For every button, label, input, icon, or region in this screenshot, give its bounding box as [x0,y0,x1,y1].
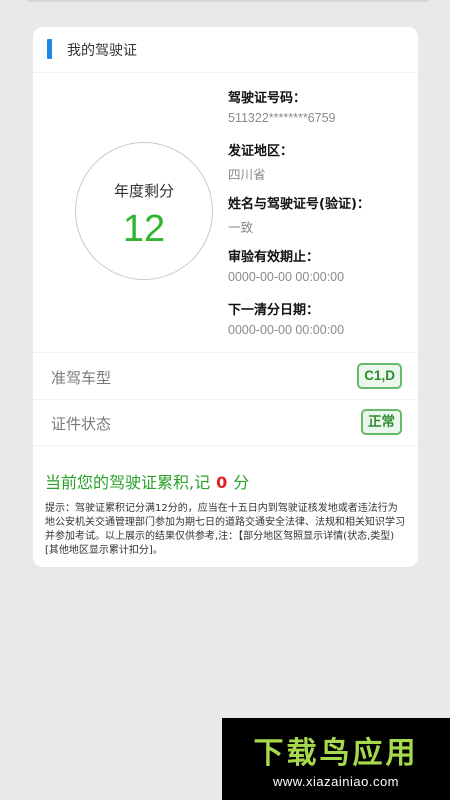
divider [33,352,418,353]
notice-text: 提示：驾驶证累积记分满12分的，应当在十五日内到驾驶证核发地或者违法行为地公安机… [45,503,405,556]
license-status-badge: 正常 [361,409,402,435]
points-suffix: 分 [233,473,250,492]
vehicle-type-badge: C1,D [357,363,402,389]
watermark-url: www.xiazainiao.com [272,774,400,789]
watermark-title: 下载鸟应用 [253,736,419,771]
license-card: 我的驾驶证 年度剩分 12 驾驶证号码： 511322********6759 … [33,27,418,567]
license-status-label: 证件状态 [51,415,112,433]
card-title: 我的驾驶证 [67,43,137,59]
points-value: 0 [216,473,228,492]
license-number-label: 驾驶证号码： [228,91,307,106]
top-divider [28,0,428,2]
name-verification-value: 一致 [228,221,254,235]
card-header: 我的驾驶证 [33,27,418,73]
accumulated-points-line: 当前您的驾驶证累积,记 0 分 [45,469,249,493]
remaining-score-value: 12 [122,208,166,250]
points-prefix: 当前您的驾驶证累积,记 [45,473,211,492]
remaining-score-label: 年度剩分 [113,182,174,200]
inspection-expiry-label: 审验有效期止： [228,250,320,265]
issuing-region-value: 四川省 [228,168,266,182]
vehicle-type-label: 准驾车型 [51,369,112,387]
divider [33,399,418,400]
header-accent-bar [47,39,52,59]
remaining-score-circle: 年度剩分 12 [53,142,233,282]
inspection-expiry-value: 0000-00-00 00:00:00 [228,270,345,284]
name-verification-label: 姓名与驾驶证号(验证)： [228,197,370,212]
license-number-value: 511322********6759 [228,111,336,125]
watermark-logo: 下载鸟应用 www.xiazainiao.com [222,718,450,800]
issuing-region-label: 发证地区： [228,144,294,159]
next-clear-date-value: 0000-00-00 00:00:00 [228,323,345,337]
next-clear-date-label: 下一清分日期： [228,303,320,318]
divider [33,445,418,446]
